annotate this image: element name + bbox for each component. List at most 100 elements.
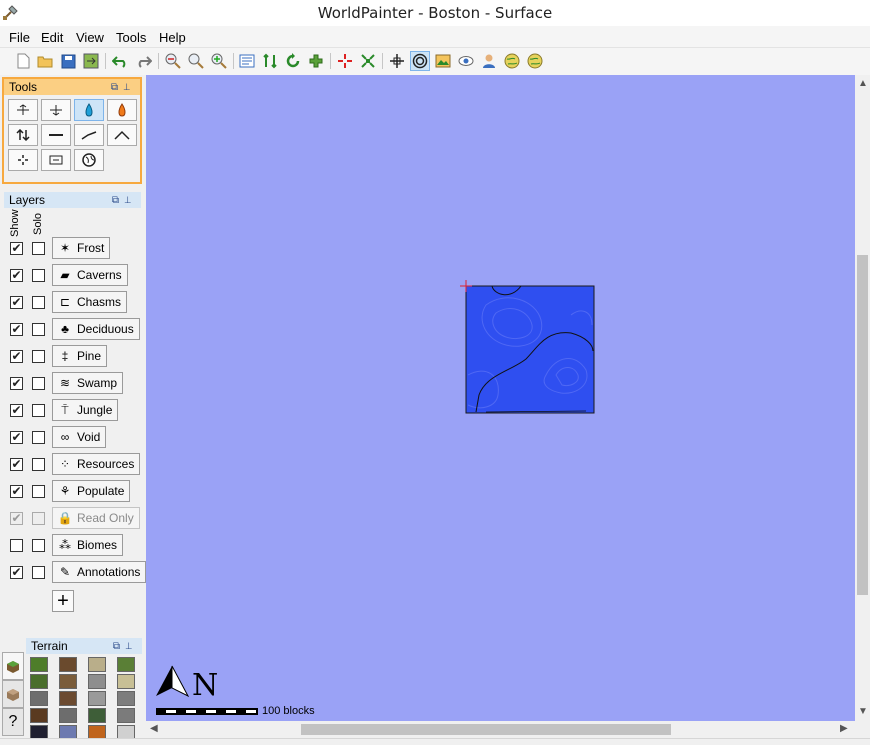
layer-button[interactable]: 🔒 Read Only — [52, 507, 140, 529]
menu-file[interactable]: File — [9, 30, 30, 45]
new-world-icon[interactable] — [13, 51, 33, 71]
layer-button[interactable]: ⁘ Resources — [52, 453, 141, 475]
panel-float-pin-icons[interactable]: ⧉ ⊥ — [112, 193, 131, 209]
slope-icon[interactable] — [74, 124, 104, 146]
mountain-icon[interactable] — [107, 124, 137, 146]
image-overlay-icon[interactable] — [433, 51, 453, 71]
terrain-tile[interactable] — [117, 691, 135, 706]
dimension-properties-icon[interactable] — [237, 51, 257, 71]
help-tab-icon[interactable]: ? — [2, 708, 24, 736]
solo-checkbox[interactable] — [32, 350, 45, 363]
panel-float-pin-icons[interactable]: ⧉ ⊥ — [111, 80, 130, 96]
terrain-tile[interactable] — [88, 691, 106, 706]
terrain-tile[interactable] — [117, 708, 135, 723]
height-level-icon[interactable] — [260, 51, 280, 71]
players-icon[interactable] — [479, 51, 499, 71]
contours-icon[interactable] — [410, 51, 430, 71]
undo-icon[interactable] — [110, 51, 130, 71]
layer-button[interactable]: ‡ Pine — [52, 345, 108, 367]
show-checkbox[interactable]: ✔ — [10, 485, 23, 498]
zoom-out-icon[interactable] — [163, 51, 183, 71]
solo-checkbox[interactable] — [32, 566, 45, 579]
show-checkbox[interactable]: ✔ — [10, 323, 23, 336]
vertical-scroll-thumb[interactable] — [857, 255, 868, 595]
terrain-tile[interactable] — [59, 674, 77, 689]
biomes-icon[interactable] — [306, 51, 326, 71]
horizontal-scroll-thumb[interactable] — [301, 724, 671, 735]
terrain-tile[interactable] — [88, 674, 106, 689]
terrain-tile[interactable] — [30, 708, 48, 723]
terrain-tile[interactable] — [30, 674, 48, 689]
solo-checkbox[interactable] — [32, 296, 45, 309]
redo-icon[interactable] — [134, 51, 154, 71]
terrain-tile[interactable] — [117, 657, 135, 672]
text-icon[interactable] — [41, 149, 71, 171]
show-checkbox[interactable]: ✔ — [10, 431, 23, 444]
grass-tab-icon[interactable] — [2, 652, 24, 680]
rotate-icon[interactable] — [283, 51, 303, 71]
save-world-icon[interactable] — [58, 51, 78, 71]
solo-checkbox[interactable] — [32, 404, 45, 417]
terrain-tile[interactable] — [117, 674, 135, 689]
show-checkbox[interactable] — [10, 539, 23, 552]
menu-help[interactable]: Help — [159, 30, 186, 45]
terrain-tile[interactable] — [59, 708, 77, 723]
solo-checkbox[interactable] — [32, 539, 45, 552]
layer-button[interactable]: ⚘ Populate — [52, 480, 131, 502]
lava-icon[interactable] — [107, 99, 137, 121]
smooth-icon[interactable] — [41, 99, 71, 121]
add-layer-button[interactable]: + — [52, 590, 74, 612]
menu-edit[interactable]: Edit — [41, 30, 63, 45]
solo-checkbox[interactable] — [32, 458, 45, 471]
solo-checkbox[interactable] — [32, 485, 45, 498]
show-checkbox[interactable]: ✔ — [10, 269, 23, 282]
map-view[interactable]: N — [146, 75, 855, 721]
show-checkbox[interactable]: ✔ — [10, 377, 23, 390]
view-icon[interactable] — [456, 51, 476, 71]
panel-float-pin-icons[interactable]: ⧉ ⊥ — [113, 639, 132, 655]
scroll-right-icon[interactable]: ▶ — [840, 723, 848, 734]
scroll-up-icon[interactable]: ▲ — [858, 78, 868, 89]
show-checkbox[interactable]: ✔ — [10, 458, 23, 471]
move-to-spawn-icon[interactable] — [335, 51, 355, 71]
layer-button[interactable]: ≋ Swamp — [52, 372, 124, 394]
menu-tools[interactable]: Tools — [116, 30, 146, 45]
layer-button[interactable]: ∞ Void — [52, 426, 107, 448]
height-icon[interactable] — [8, 124, 38, 146]
globe-icon[interactable] — [74, 149, 104, 171]
horizontal-scrollbar[interactable]: ◀ ▶ — [146, 721, 855, 738]
vertical-scrollbar[interactable]: ▲ ▼ — [855, 75, 870, 721]
layer-button[interactable]: ✶ Frost — [52, 237, 111, 259]
scroll-left-icon[interactable]: ◀ — [150, 723, 158, 734]
solo-checkbox[interactable] — [32, 512, 45, 525]
layer-button[interactable]: ✎ Annotations — [52, 561, 147, 583]
zoom-in-icon[interactable] — [209, 51, 229, 71]
solo-checkbox[interactable] — [32, 323, 45, 336]
flood-icon[interactable] — [74, 99, 104, 121]
terrain-tile[interactable] — [30, 691, 48, 706]
globe-icon[interactable] — [502, 51, 522, 71]
solo-checkbox[interactable] — [32, 431, 45, 444]
export-world-icon[interactable] — [81, 51, 101, 71]
flatten-icon[interactable] — [41, 124, 71, 146]
solo-checkbox[interactable] — [32, 377, 45, 390]
show-checkbox[interactable]: ✔ — [10, 350, 23, 363]
raise-lower-icon[interactable] — [8, 99, 38, 121]
zoom-reset-icon[interactable] — [186, 51, 206, 71]
solo-checkbox[interactable] — [32, 242, 45, 255]
show-checkbox[interactable]: ✔ — [10, 296, 23, 309]
terrain-tab-icon[interactable] — [2, 680, 24, 708]
show-checkbox[interactable]: ✔ — [10, 404, 23, 417]
show-checkbox[interactable]: ✔ — [10, 566, 23, 579]
layer-button[interactable]: ⁂ Biomes — [52, 534, 124, 556]
grid-icon[interactable] — [387, 51, 407, 71]
terrain-tile[interactable] — [30, 657, 48, 672]
show-checkbox[interactable]: ✔ — [10, 512, 23, 525]
globe-2-icon[interactable] — [525, 51, 545, 71]
terrain-tile[interactable] — [59, 691, 77, 706]
terrain-tile[interactable] — [59, 657, 77, 672]
layer-button[interactable]: ⊏ Chasms — [52, 291, 128, 313]
open-world-icon[interactable] — [35, 51, 55, 71]
layer-button[interactable]: ⍑ Jungle — [52, 399, 119, 421]
show-checkbox[interactable]: ✔ — [10, 242, 23, 255]
